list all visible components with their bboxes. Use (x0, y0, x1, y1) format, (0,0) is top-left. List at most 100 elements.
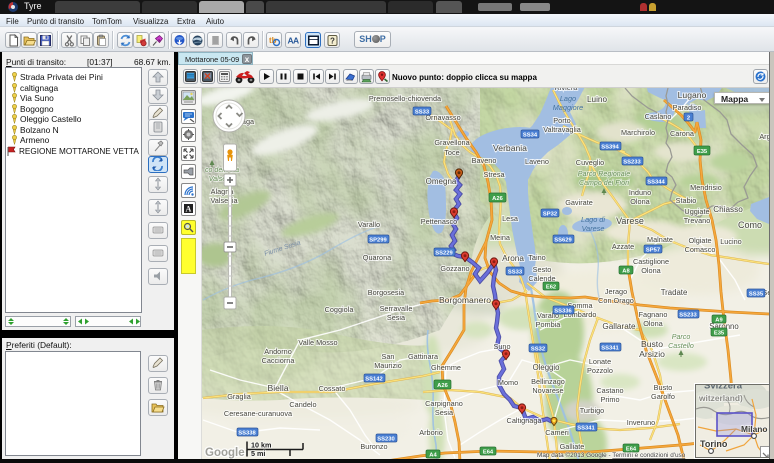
svg-text:Cameri: Cameri (545, 428, 569, 437)
svg-text:Gravellona: Gravellona (434, 138, 470, 147)
svg-text:Novarese: Novarese (532, 386, 563, 395)
svg-text:E62: E62 (546, 285, 556, 291)
svg-text:Parco: Parco (672, 333, 691, 341)
svg-text:Stabio: Stabio (676, 196, 697, 205)
svg-text:Serravalle: Serravalle (380, 304, 413, 313)
svg-text:Chiasso: Chiasso (713, 205, 743, 214)
svg-text:SS35: SS35 (749, 292, 764, 298)
svg-text:Caslano: Caslano (645, 112, 672, 121)
svg-text:Varallo: Varallo (358, 220, 380, 229)
svg-text:Luino: Luino (587, 95, 607, 104)
svg-text:Gozzano: Gozzano (440, 264, 469, 273)
svg-text:Parco Regionale: Parco Regionale (578, 170, 631, 178)
svg-text:Torino: Torino (700, 439, 728, 449)
svg-text:Lesa: Lesa (502, 214, 519, 223)
svg-text:Jerago: Jerago (605, 287, 627, 296)
svg-text:Ghemme: Ghemme (431, 363, 461, 372)
svg-text:Castano: Castano (596, 386, 623, 395)
svg-text:Marchirolo: Marchirolo (621, 128, 655, 137)
svg-text:A26: A26 (437, 383, 448, 389)
svg-text:Valtravaglia: Valtravaglia (543, 125, 582, 134)
svg-text:5 mi: 5 mi (251, 449, 265, 458)
svg-text:Premosello-chiovenda: Premosello-chiovenda (369, 94, 442, 103)
svg-text:Campo dei Fiori: Campo dei Fiori (579, 179, 629, 187)
svg-text:Sesia: Sesia (387, 313, 406, 322)
svg-text:SS32: SS32 (531, 347, 545, 353)
svg-text:Andorno: Andorno (264, 347, 292, 356)
svg-text:SS341: SS341 (577, 426, 595, 432)
svg-text:Cacciorna: Cacciorna (262, 356, 296, 365)
svg-text:E35: E35 (714, 331, 725, 337)
svg-text:Lonate: Lonate (589, 357, 611, 366)
svg-text:Gattinara: Gattinara (408, 352, 439, 361)
svg-text:Garolfo: Garolfo (651, 392, 675, 401)
svg-text:Lago di: Lago di (581, 215, 605, 224)
svg-text:Momo: Momo (498, 378, 518, 387)
svg-text:Baveno: Baveno (472, 156, 497, 165)
svg-text:SS629: SS629 (554, 238, 572, 244)
svg-text:Primo: Primo (600, 395, 619, 404)
svg-text:Svizzera: Svizzera (704, 385, 743, 392)
svg-text:Mendrisio: Mendrisio (690, 183, 722, 192)
svg-text:Maggiore: Maggiore (553, 103, 583, 112)
svg-text:Laveno: Laveno (525, 157, 549, 166)
svg-text:Paradiso: Paradiso (673, 103, 702, 112)
svg-text:Varese: Varese (616, 216, 644, 226)
svg-text:Milano: Milano (741, 424, 768, 434)
svg-text:witzerland): witzerland) (698, 393, 743, 403)
svg-text:Riviera: Riviera (555, 88, 579, 92)
svg-text:Olona: Olona (643, 319, 663, 328)
svg-text:Sesia: Sesia (435, 408, 454, 417)
svg-text:Fagnano: Fagnano (639, 310, 668, 319)
svg-text:Valle Mosso: Valle Mosso (298, 338, 337, 347)
svg-text:Arborio: Arborio (419, 428, 443, 437)
svg-text:Lucino: Lucino (720, 237, 742, 246)
svg-text:A26: A26 (492, 196, 503, 202)
svg-text:Malnate: Malnate (647, 235, 673, 244)
svg-text:Pettenasco: Pettenasco (421, 217, 458, 226)
svg-text:Olona: Olona (641, 266, 661, 275)
svg-text:Ceresane-curanuova: Ceresane-curanuova (224, 409, 293, 418)
svg-text:Varese: Varese (582, 224, 605, 233)
svg-text:Gallarate: Gallarate (602, 322, 636, 331)
svg-text:Stresa: Stresa (483, 170, 505, 179)
svg-text:Biella: Biella (267, 383, 288, 393)
svg-text:Olona: Olona (630, 197, 650, 206)
svg-text:Coggiola: Coggiola (325, 305, 355, 314)
svg-text:SS33: SS33 (415, 110, 430, 116)
svg-text:Galliate: Galliate (560, 442, 585, 451)
svg-text:Meina: Meina (490, 233, 511, 242)
svg-text:A: A (186, 205, 192, 214)
svg-text:Valsesia: Valsesia (210, 196, 238, 205)
svg-text:Arona: Arona (502, 254, 524, 263)
svg-text:Como: Como (738, 220, 762, 230)
svg-text:SS344: SS344 (647, 180, 665, 186)
svg-text:Olgiate: Olgiate (688, 236, 711, 245)
svg-text:2: 2 (687, 116, 690, 122)
svg-text:Omegna: Omegna (426, 177, 457, 186)
svg-text:Graglia: Graglia (227, 392, 251, 401)
svg-text:A8: A8 (622, 269, 630, 275)
svg-text:Map data ©2013 Google - Termin: Map data ©2013 Google - Termini e condiz… (537, 451, 686, 459)
svg-text:Trevano: Trevano (684, 216, 711, 225)
svg-text:Cuveglio: Cuveglio (576, 158, 604, 167)
svg-text:Borgomanero: Borgomanero (439, 295, 491, 305)
svg-text:Candelo: Candelo (289, 400, 316, 409)
svg-text:Turbigo: Turbigo (580, 406, 604, 415)
svg-text:SS229: SS229 (435, 251, 453, 257)
svg-text:Carpignano: Carpignano (425, 399, 463, 408)
svg-text:Busto: Busto (654, 383, 673, 392)
svg-text:Toce: Toce (444, 148, 459, 157)
svg-text:SS142: SS142 (365, 377, 382, 383)
svg-text:Bellinzago: Bellinzago (531, 377, 565, 386)
svg-text:SP57: SP57 (646, 248, 660, 254)
svg-text:Oleggio: Oleggio (533, 363, 561, 372)
svg-text:Lugano: Lugano (678, 90, 707, 100)
svg-text:SS33: SS33 (508, 270, 523, 276)
svg-text:Sesto: Sesto (533, 265, 552, 274)
svg-text:Castello: Castello (668, 342, 694, 350)
svg-text:Quarona: Quarona (363, 253, 392, 262)
svg-text:San: San (382, 352, 395, 361)
svg-text:SS336: SS336 (554, 309, 572, 315)
svg-text:SS394: SS394 (601, 145, 619, 151)
